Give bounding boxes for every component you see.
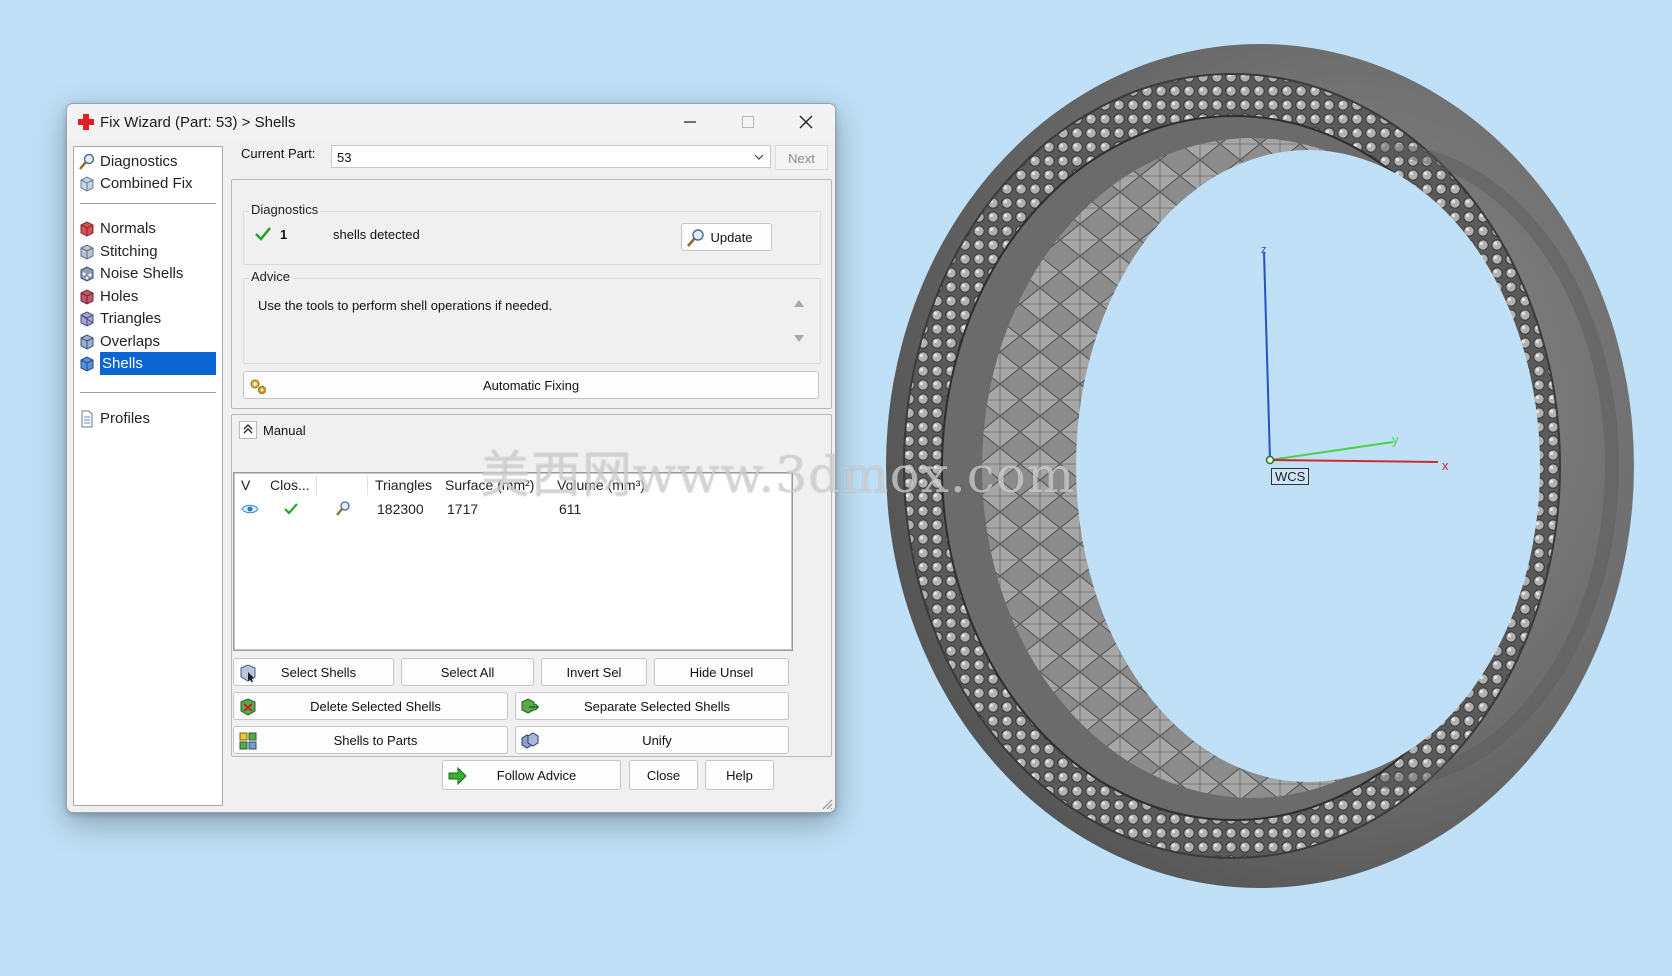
overlaps-cube-icon xyxy=(80,333,94,350)
help-button[interactable]: Help xyxy=(705,760,774,790)
current-part-select[interactable]: 53 xyxy=(331,145,771,168)
manual-label: Manual xyxy=(263,423,306,438)
nav-item-combined-fix[interactable]: Combined Fix xyxy=(78,172,216,195)
title-bar[interactable]: Fix Wizard (Part: 53) > Shells xyxy=(67,104,835,140)
next-button[interactable]: Next xyxy=(775,145,828,170)
eye-icon[interactable] xyxy=(241,503,259,515)
cube-icon xyxy=(80,175,94,192)
separate-selected-shells-button[interactable]: Separate Selected Shells xyxy=(515,692,789,720)
watermark: 美西网www.3dmox.com xyxy=(480,446,1076,504)
diagnostics-status: shells detected xyxy=(333,227,420,242)
column-header-triangles[interactable]: Triangles xyxy=(375,477,432,493)
unify-button[interactable]: Unify xyxy=(515,726,789,754)
document-icon xyxy=(81,410,93,427)
shells-to-parts-button[interactable]: Shells to Parts xyxy=(233,726,508,754)
follow-advice-button[interactable]: Follow Advice xyxy=(442,760,621,790)
nav-item-holes[interactable]: Holes xyxy=(78,285,216,308)
maximize-button[interactable] xyxy=(719,104,777,140)
cell-triangles: 182300 xyxy=(377,501,424,517)
nav-item-overlaps[interactable]: Overlaps xyxy=(78,330,216,353)
hide-unsel-button[interactable]: Hide Unsel xyxy=(654,658,789,686)
unify-icon xyxy=(521,732,539,749)
noise-shells-icon xyxy=(80,265,94,282)
nav-item-triangles[interactable]: Triangles xyxy=(78,307,216,330)
window-title: Fix Wizard (Part: 53) > Shells xyxy=(100,114,296,131)
checkmark-icon xyxy=(284,503,298,515)
z-axis-label: z xyxy=(1261,244,1267,256)
gears-icon xyxy=(250,379,266,394)
nav-divider xyxy=(80,392,216,393)
close-button[interactable]: Close xyxy=(629,760,698,790)
shells-cube-icon xyxy=(80,355,94,372)
nav-item-normals[interactable]: Normals xyxy=(78,217,216,240)
select-shells-icon xyxy=(240,664,256,683)
nav-item-noise-shells[interactable]: Noise Shells xyxy=(78,262,216,285)
nav-item-diagnostics[interactable]: Diagnostics xyxy=(78,150,216,173)
nav-item-stitching[interactable]: Stitching xyxy=(78,240,216,263)
current-part-value: 53 xyxy=(337,150,352,165)
checkmark-icon xyxy=(255,227,272,241)
y-axis-label: y xyxy=(1392,432,1399,447)
shell-count: 1 xyxy=(280,227,288,242)
minimize-icon xyxy=(684,121,696,123)
resize-grip-icon[interactable] xyxy=(821,798,833,810)
chevron-down-icon xyxy=(754,154,764,160)
cell-surface: 1717 xyxy=(447,501,479,517)
minimize-button[interactable] xyxy=(661,104,719,140)
wizard-nav: Diagnostics Combined Fix Normals Stitchi… xyxy=(73,146,223,806)
nav-item-profiles[interactable]: Profiles xyxy=(78,407,216,430)
diagnostics-group: Diagnostics 1 shells detected Update xyxy=(243,202,821,265)
diagnostics-panel: Diagnostics 1 shells detected Update Adv… xyxy=(231,179,832,409)
current-part-label: Current Part: xyxy=(241,146,316,161)
advice-legend: Advice xyxy=(249,269,293,284)
magnifier-icon[interactable] xyxy=(334,500,352,518)
delete-selected-shells-button[interactable]: Delete Selected Shells xyxy=(233,692,508,720)
normals-cube-icon xyxy=(80,220,94,237)
diagnostics-legend: Diagnostics xyxy=(249,202,321,217)
column-header-closed[interactable]: Clos... xyxy=(270,477,310,493)
automatic-fixing-button[interactable]: Automatic Fixing xyxy=(243,371,819,399)
magnifier-icon xyxy=(79,153,95,170)
nav-item-shells[interactable]: Shells xyxy=(78,352,216,375)
magnifier-icon xyxy=(687,229,704,247)
separate-shells-icon xyxy=(521,698,540,714)
wcs-label: WCS xyxy=(1271,468,1310,485)
column-divider xyxy=(367,476,368,495)
shells-to-parts-icon xyxy=(239,732,257,750)
advice-group: Advice Use the tools to perform shell op… xyxy=(243,269,821,364)
scroll-down-icon[interactable] xyxy=(794,335,804,343)
holes-cube-icon xyxy=(80,288,94,305)
delete-shells-icon xyxy=(240,698,256,716)
maximize-icon xyxy=(742,116,754,128)
nav-divider xyxy=(80,203,216,204)
advice-text: Use the tools to perform shell operation… xyxy=(258,298,553,313)
triangles-cube-icon xyxy=(80,310,94,327)
update-button[interactable]: Update xyxy=(681,223,772,251)
stitching-cube-icon xyxy=(80,243,94,260)
arrow-right-icon xyxy=(448,766,467,786)
select-shells-button[interactable]: Select Shells xyxy=(233,658,394,686)
red-cross-icon xyxy=(78,114,94,130)
column-divider xyxy=(316,476,317,495)
invert-sel-button[interactable]: Invert Sel xyxy=(541,658,647,686)
x-axis-label: x xyxy=(1442,458,1449,473)
scroll-up-icon[interactable] xyxy=(794,299,804,307)
collapse-icon[interactable] xyxy=(239,421,257,439)
column-header-visible[interactable]: V xyxy=(241,477,250,493)
close-window-button[interactable] xyxy=(777,104,835,140)
close-icon xyxy=(799,115,813,129)
select-all-button[interactable]: Select All xyxy=(401,658,534,686)
